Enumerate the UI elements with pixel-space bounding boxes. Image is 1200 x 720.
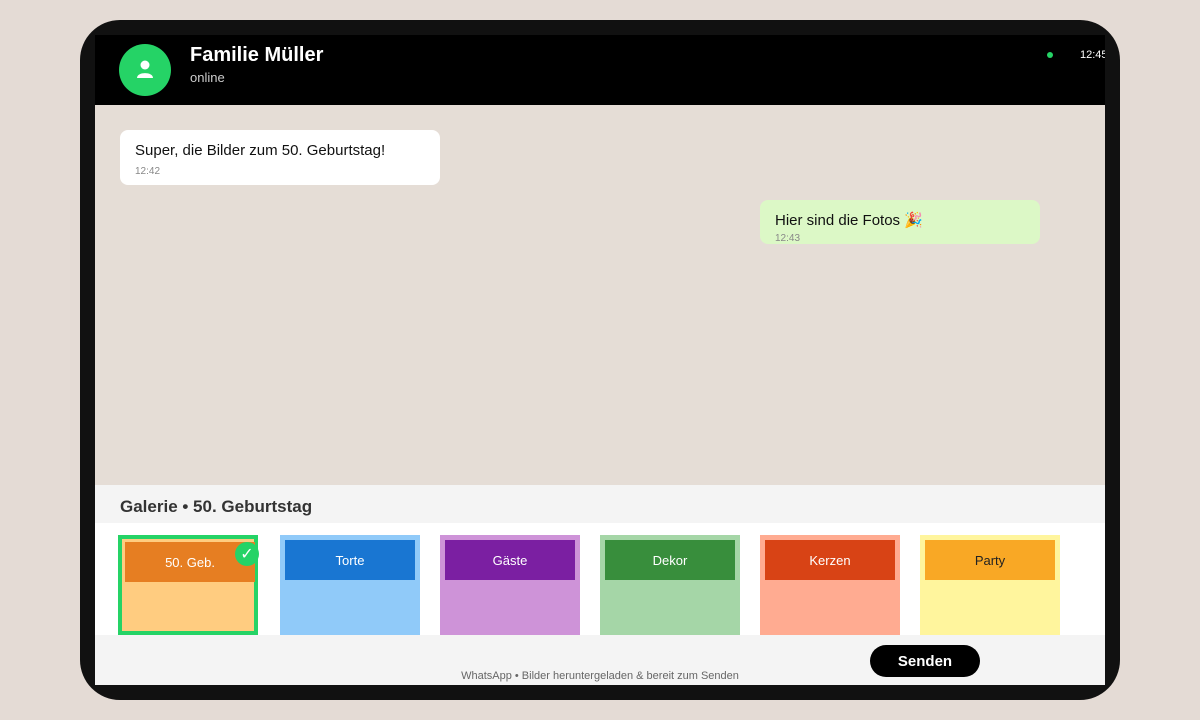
online-indicator-icon [1047, 52, 1053, 58]
thumbnail-label: Torte [285, 540, 415, 580]
gallery-thumbnail[interactable]: Kerzen [760, 535, 900, 635]
thumbnail-label: Dekor [605, 540, 735, 580]
app-screen: Familie Müller online 12:45 Super, die B… [95, 35, 1105, 685]
thumbnail-label: Gäste [445, 540, 575, 580]
gallery-thumbnail[interactable]: Torte [280, 535, 420, 635]
user-icon [137, 60, 153, 78]
gallery-title: Galerie • 50. Geburtstag [120, 497, 313, 516]
status-bar-time: 12:45 [1080, 49, 1105, 61]
tablet-frame: Familie Müller online 12:45 Super, die B… [80, 20, 1120, 700]
outgoing-message[interactable]: Hier sind die Fotos 🎉 12:43 [760, 200, 1040, 244]
checkmark-icon: ✓ [235, 542, 259, 566]
thumbnail-label: Kerzen [765, 540, 895, 580]
message-text: Hier sind die Fotos 🎉 [775, 212, 923, 229]
gallery-thumbnail[interactable]: 50. Geb. ✓ [118, 535, 259, 635]
contact-status: online [190, 70, 225, 85]
contact-name[interactable]: Familie Müller [190, 44, 323, 67]
chat-header: Familie Müller online 12:45 [95, 35, 1105, 105]
contact-avatar[interactable] [119, 44, 171, 96]
footer-note: WhatsApp • Bilder heruntergeladen & bere… [461, 670, 739, 682]
gallery-strip: 50. Geb. ✓ Torte Gäste Dekor Kerzen Party [95, 523, 1105, 635]
message-time: 12:42 [135, 166, 161, 177]
message-time: 12:43 [775, 233, 801, 244]
footer-bar: Senden WhatsApp • Bilder heruntergeladen… [95, 635, 1105, 685]
gallery-thumbnail[interactable]: Dekor [600, 535, 740, 635]
message-text: Super, die Bilder zum 50. Geburtstag! [135, 142, 386, 159]
gallery-thumbnail[interactable]: Party [920, 535, 1060, 635]
incoming-message[interactable]: Super, die Bilder zum 50. Geburtstag! 12… [120, 130, 440, 185]
thumbnail-label: Party [925, 540, 1055, 580]
gallery-thumbnail[interactable]: Gäste [440, 535, 580, 635]
gallery-header: Galerie • 50. Geburtstag [95, 485, 1105, 523]
